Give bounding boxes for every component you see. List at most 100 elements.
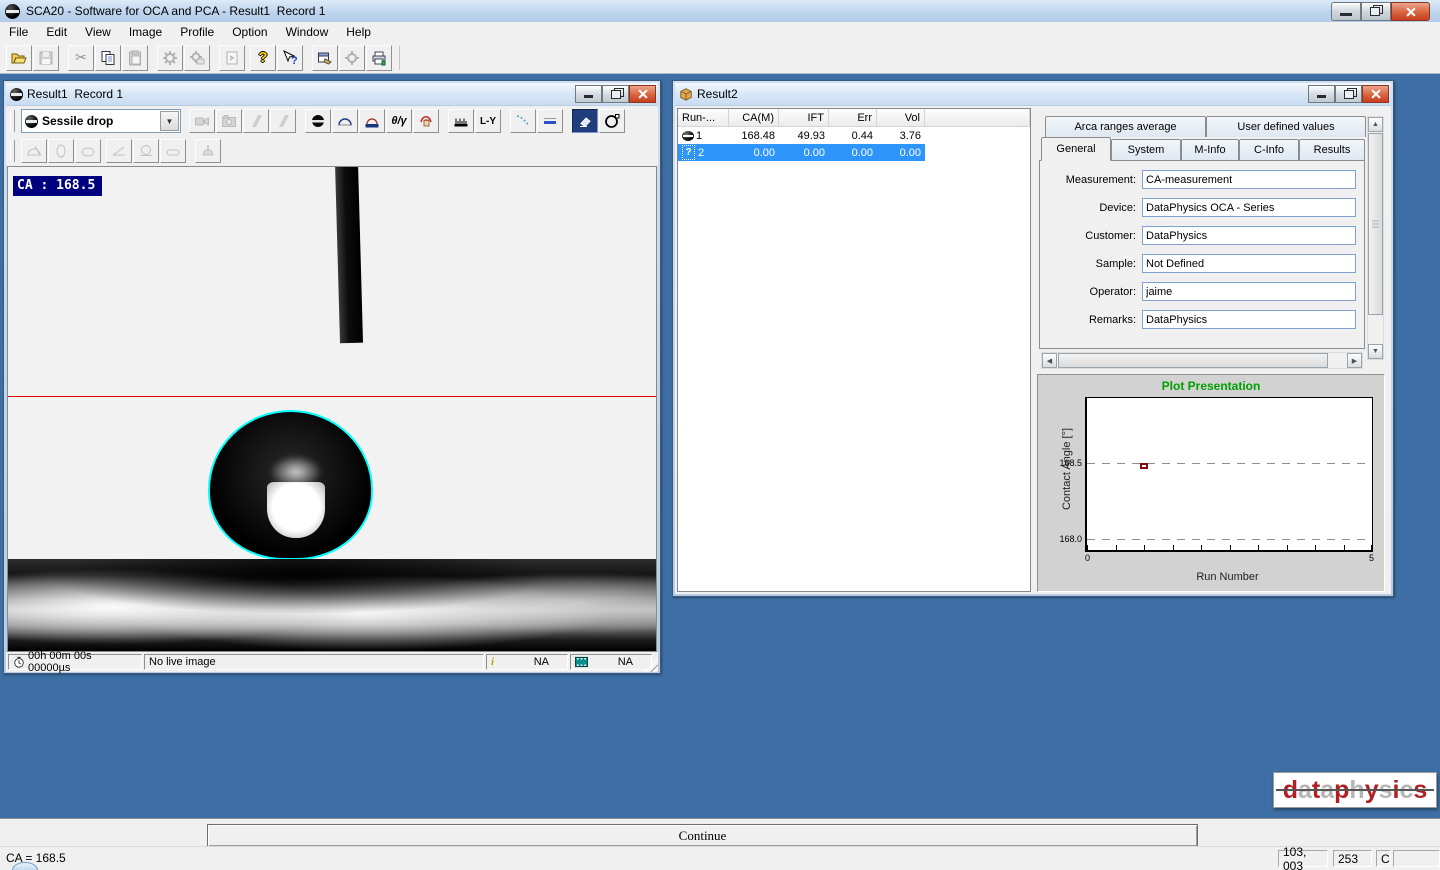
oval-drop-shape-icon[interactable] bbox=[48, 139, 74, 163]
continue-button[interactable]: Continue bbox=[207, 824, 1198, 847]
arc-baseline-tool-icon[interactable] bbox=[359, 109, 385, 133]
measurement-type-combobox[interactable]: Sessile drop ▼ bbox=[21, 109, 181, 133]
tab-user-defined-values[interactable]: User defined values bbox=[1206, 116, 1366, 137]
circle-baseline-shape-icon[interactable] bbox=[133, 139, 159, 163]
elapsed-time: 00h 00m 00s 00000µs bbox=[28, 650, 137, 674]
column-ift[interactable]: IFT bbox=[779, 109, 829, 127]
column-vol[interactable]: Vol bbox=[877, 109, 925, 127]
x-tick bbox=[1258, 545, 1259, 550]
menu-file[interactable]: File bbox=[0, 22, 37, 42]
vertical-scrollbar[interactable]: ▲ ▼ bbox=[1367, 116, 1384, 360]
minimize-button[interactable] bbox=[1331, 2, 1361, 21]
result1-close-button[interactable] bbox=[629, 85, 656, 103]
live-image-status: No live image bbox=[149, 656, 216, 668]
gear-hand-icon[interactable] bbox=[184, 45, 210, 71]
manual-hand-tool-icon[interactable] bbox=[413, 109, 439, 133]
copy-icon[interactable] bbox=[95, 45, 121, 71]
video-camera-icon[interactable] bbox=[189, 109, 215, 133]
operator-field[interactable] bbox=[1142, 282, 1356, 301]
context-help-icon[interactable]: ? bbox=[277, 45, 303, 71]
column-run[interactable]: Run-... bbox=[678, 109, 729, 127]
vertical-scrollbar-thumb[interactable] bbox=[1368, 133, 1383, 315]
menu-option[interactable]: Option bbox=[223, 22, 276, 42]
dome-needle-shape-icon[interactable] bbox=[195, 139, 221, 163]
gear2-icon[interactable] bbox=[339, 45, 365, 71]
tab-results[interactable]: Results bbox=[1299, 139, 1365, 160]
device-field[interactable] bbox=[1142, 198, 1356, 217]
tab-arca-ranges-average[interactable]: Arca ranges average bbox=[1045, 116, 1206, 137]
result1-title: Result1 Record 1 bbox=[27, 87, 123, 101]
main-titlebar[interactable]: SCA20 - Software for OCA and PCA - Resul… bbox=[0, 0, 1440, 23]
result1-restore-button[interactable] bbox=[602, 85, 629, 103]
result2-titlebar[interactable]: Result2 bbox=[675, 83, 1391, 106]
result2-restore-button[interactable] bbox=[1335, 85, 1362, 103]
help-icon[interactable]: ? bbox=[250, 45, 276, 71]
horizontal-scrollbar-thumb[interactable] bbox=[1058, 353, 1328, 368]
profile-band-icon-1[interactable] bbox=[243, 109, 269, 133]
laplace-young-tool-icon[interactable]: L-Y bbox=[475, 109, 501, 133]
result1-titlebar[interactable]: Result1 Record 1 bbox=[6, 83, 658, 106]
column-cam[interactable]: CA(M) bbox=[729, 109, 779, 127]
combobox-dropdown-arrow[interactable]: ▼ bbox=[160, 111, 179, 131]
close-button[interactable] bbox=[1391, 2, 1430, 21]
menu-profile[interactable]: Profile bbox=[171, 22, 223, 42]
photo-camera-icon[interactable] bbox=[216, 109, 242, 133]
snapshot-printer-icon[interactable] bbox=[366, 45, 392, 71]
arc-tangent-shape-icon[interactable] bbox=[21, 139, 47, 163]
result1-minimize-button[interactable] bbox=[575, 85, 602, 103]
paste-icon[interactable] bbox=[122, 45, 148, 71]
result2-close-button[interactable] bbox=[1362, 85, 1389, 103]
substrate-surface bbox=[8, 559, 656, 651]
wide-drop-shape-icon[interactable] bbox=[75, 139, 101, 163]
ift-value: 0.00 bbox=[779, 144, 829, 161]
profile-band-icon-2[interactable] bbox=[270, 109, 296, 133]
upper-red-baseline[interactable] bbox=[8, 396, 656, 397]
tab-c-info[interactable]: C-Info bbox=[1239, 139, 1299, 160]
column-err[interactable]: Err bbox=[829, 109, 877, 127]
eraser-tool-icon[interactable] bbox=[572, 109, 598, 133]
run-number: 2 bbox=[698, 147, 704, 159]
x-tick bbox=[1144, 545, 1145, 550]
tab-general[interactable]: General bbox=[1041, 137, 1111, 161]
tab-m-info[interactable]: M-Info bbox=[1181, 139, 1239, 160]
measurement-field[interactable] bbox=[1142, 170, 1356, 189]
restore-button[interactable] bbox=[1361, 2, 1391, 21]
scroll-up-arrow[interactable]: ▲ bbox=[1368, 117, 1383, 132]
window-export-icon[interactable] bbox=[312, 45, 338, 71]
horizontal-line-tool-icon[interactable] bbox=[537, 109, 563, 133]
baseline-ruler-tool-icon[interactable] bbox=[448, 109, 474, 133]
open-folder-icon[interactable] bbox=[6, 45, 32, 71]
scroll-right-arrow[interactable]: ▶ bbox=[1347, 353, 1362, 368]
menu-help[interactable]: Help bbox=[337, 22, 380, 42]
sample-field[interactable] bbox=[1142, 254, 1356, 273]
save-icon[interactable] bbox=[33, 45, 59, 71]
export-doc-icon[interactable] bbox=[219, 45, 245, 71]
horizontal-scrollbar[interactable]: ◀ ▶ bbox=[1041, 352, 1363, 369]
arc-fit-tool-icon[interactable] bbox=[332, 109, 358, 133]
result2-minimize-button[interactable] bbox=[1308, 85, 1335, 103]
tab-system[interactable]: System bbox=[1111, 139, 1181, 160]
curve-plot-tool-icon[interactable] bbox=[510, 109, 536, 133]
column-filler bbox=[925, 109, 1030, 127]
drop-sphere-tool-icon[interactable] bbox=[305, 109, 331, 133]
menu-image[interactable]: Image bbox=[120, 22, 171, 42]
table-row-selected[interactable]: ? 2 0.00 0.00 0.00 0.00 bbox=[678, 144, 925, 161]
theta-gamma-label: θ/γ bbox=[391, 115, 406, 127]
scroll-down-arrow[interactable]: ▼ bbox=[1368, 344, 1383, 359]
menu-edit[interactable]: Edit bbox=[37, 22, 76, 42]
y-gridline bbox=[1087, 463, 1372, 464]
table-row[interactable]: 1 168.48 49.93 0.44 3.76 bbox=[678, 127, 925, 144]
angle-shape-icon[interactable] bbox=[106, 139, 132, 163]
remarks-field[interactable] bbox=[1142, 310, 1356, 329]
menu-window[interactable]: Window bbox=[277, 22, 338, 42]
settings-gear-icon[interactable] bbox=[157, 45, 183, 71]
flat-drop-shape-icon[interactable] bbox=[160, 139, 186, 163]
x-tick bbox=[1173, 545, 1174, 550]
circle-select-tool-icon[interactable] bbox=[599, 109, 625, 133]
scroll-left-arrow[interactable]: ◀ bbox=[1042, 353, 1057, 368]
theta-gamma-tool-icon[interactable]: θ/γ bbox=[386, 109, 412, 133]
cut-icon[interactable]: ✂ bbox=[68, 45, 94, 71]
customer-field[interactable] bbox=[1142, 226, 1356, 245]
drop-image-view[interactable]: CA : 168.5 bbox=[7, 166, 657, 652]
menu-view[interactable]: View bbox=[76, 22, 120, 42]
